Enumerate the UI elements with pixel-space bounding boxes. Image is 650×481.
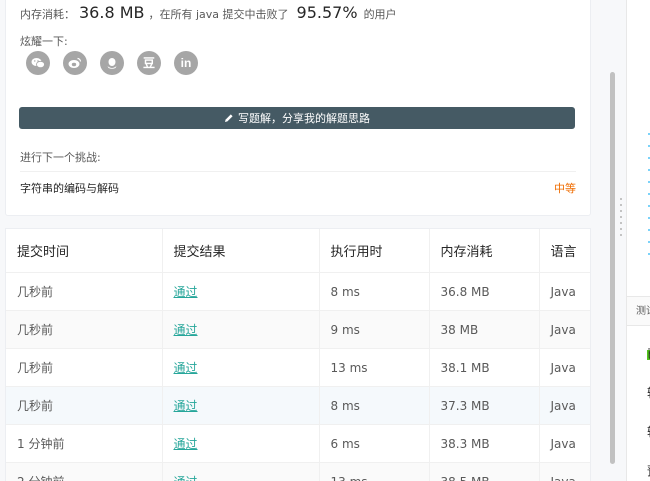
cell-time: 几秒前 [6,272,163,311]
wechat-icon[interactable] [26,51,50,75]
cell-memory: 37.3 MB [429,386,540,425]
weibo-icon[interactable] [63,51,87,75]
cell-memory: 38 MB [429,310,540,349]
status-link[interactable]: 通过 [174,475,198,481]
pane-resize-handle[interactable] [618,0,624,481]
cell-memory: 38.3 MB [429,424,540,463]
cell-time: 几秒前 [6,348,163,387]
tab-testcase[interactable]: 测试用例 [627,296,650,326]
cell-runtime: 8 ms [319,272,430,311]
cell-language: Java [539,424,590,463]
submissions-table: 提交时间 提交结果 执行用时 内存消耗 语言 几秒前 通过 8 ms 36.8 … [5,228,591,481]
cell-runtime: 9 ms [319,310,430,349]
scrollbar-thumb[interactable] [610,72,615,464]
write-solution-button[interactable]: 写题解，分享我的解题思路 [19,107,575,129]
cell-runtime: 6 ms [319,424,430,463]
table-row[interactable]: 2 分钟前 通过 13 ms 38.5 MB Java [6,462,590,481]
drag-handle-icon [620,196,622,238]
cell-runtime: 8 ms [319,386,430,425]
status-link[interactable]: 通过 [174,437,198,451]
header-runtime[interactable]: 执行用时 [319,229,430,273]
cell-time: 2 分钟前 [6,462,163,481]
cell-time: 几秒前 [6,310,163,349]
result-card: 内存消耗： 36.8 MB ，在所有 java 提交中击败了 95.57% 的用… [5,0,591,216]
cell-time: 几秒前 [6,386,163,425]
cell-runtime: 13 ms [319,348,430,387]
pencil-icon [225,114,233,122]
beat-prefix: ，在所有 java 提交中击败了 [148,8,289,21]
table-row[interactable]: 1 分钟前 通过 6 ms 38.3 MB Java [6,424,590,463]
header-language[interactable]: 语言 [539,229,590,273]
linkedin-glyph: in [180,56,192,70]
share-label: 炫耀一下: [20,35,68,48]
status-link[interactable]: 通过 [174,323,198,337]
divider [20,171,576,172]
main-scrollbar[interactable] [609,0,616,481]
douban-icon[interactable]: 豆 [137,51,161,75]
header-submit-time[interactable]: 提交时间 [6,229,163,273]
table-row[interactable]: 几秒前 通过 8 ms 36.8 MB Java [6,272,590,311]
status-link[interactable]: 通过 [174,399,198,413]
cell-language: Java [539,310,590,349]
next-problem-link[interactable]: 字符串的编码与解码 [20,180,119,196]
difficulty-badge: 中等 [554,182,576,195]
header-status[interactable]: 提交结果 [162,229,320,273]
memory-label: 内存消耗： [20,8,75,21]
share-buttons: 豆 in [26,51,198,75]
qq-icon[interactable] [100,51,124,75]
cell-language: Java [539,386,590,425]
write-solution-label: 写题解，分享我的解题思路 [238,112,370,125]
editor-pane: 测试用例 已 输 输 预 [626,0,650,481]
cell-language: Java [539,348,590,387]
cell-memory: 38.5 MB [429,462,540,481]
header-memory[interactable]: 内存消耗 [429,229,540,273]
cell-runtime: 13 ms [319,462,430,481]
table-row[interactable]: 几秒前 通过 9 ms 38 MB Java [6,310,590,349]
status-link[interactable]: 通过 [174,361,198,375]
linkedin-icon[interactable]: in [174,51,198,75]
memory-value: 36.8 MB [79,3,145,22]
douban-glyph: 豆 [142,56,155,70]
table-row[interactable]: 几秒前 通过 8 ms 37.3 MB Java [6,386,590,425]
beat-suffix: 的用户 [363,8,397,21]
memory-summary: 内存消耗： 36.8 MB ，在所有 java 提交中击败了 95.57% 的用… [20,3,397,22]
cell-time: 1 分钟前 [6,424,163,463]
beat-percent: 95.57% [296,3,358,22]
next-challenge-label: 进行下一个挑战: [20,151,101,164]
status-link[interactable]: 通过 [174,285,198,299]
table-row[interactable]: 几秒前 通过 13 ms 38.1 MB Java [6,348,590,387]
cell-memory: 36.8 MB [429,272,540,311]
cell-language: Java [539,272,590,311]
cell-memory: 38.1 MB [429,348,540,387]
table-header-row: 提交时间 提交结果 执行用时 内存消耗 语言 [6,229,590,273]
submission-detail-panel: 内存消耗： 36.8 MB ，在所有 java 提交中击败了 95.57% 的用… [0,0,607,481]
cell-language: Java [539,462,590,481]
